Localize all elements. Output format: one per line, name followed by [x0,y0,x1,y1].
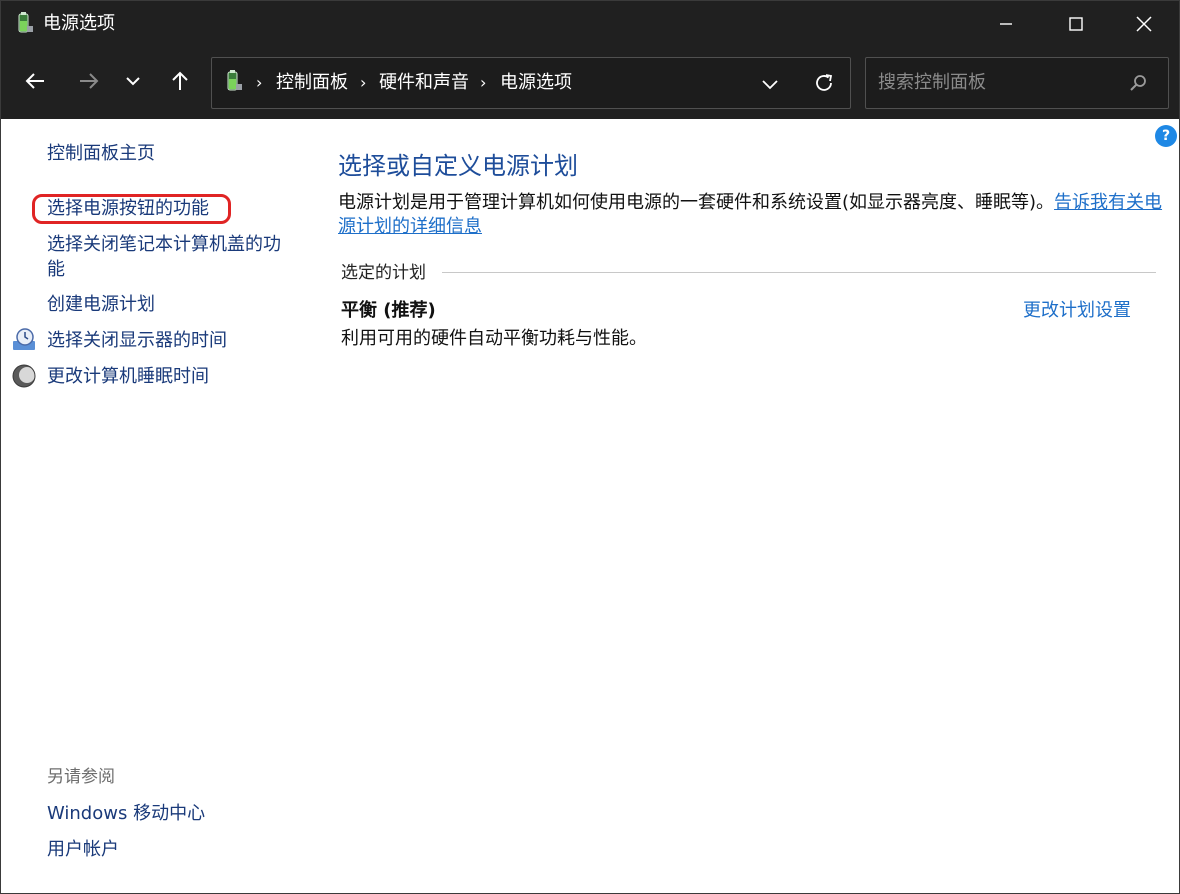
content-area: ? 控制面板主页 选择电源按钮的功能 选择关闭笔记本计算机盖的功能 创建电源计划… [1,119,1179,893]
page-description: 电源计划是用于管理计算机如何使用电源的一套硬件和系统设置(如显示器亮度、睡眠等)… [338,191,1168,239]
sidebar-item-sleep-time[interactable]: 更改计算机睡眠时间 [47,364,209,389]
minimize-button[interactable] [971,1,1041,47]
selected-plan-label: 选定的计划 [341,263,426,283]
up-button[interactable] [162,63,198,99]
search-input[interactable]: 搜索控制面板 [878,72,986,94]
maximize-icon [1069,17,1083,31]
help-button[interactable]: ? [1155,125,1177,147]
sidebar-item-display-off[interactable]: 选择关闭显示器的时间 [47,328,227,353]
see-also-mobility-center[interactable]: Windows 移动中心 [47,801,205,826]
see-also-user-accounts[interactable]: 用户帐户 [47,837,119,862]
breadcrumb-hardware-sound[interactable]: 硬件和声音 [379,72,469,94]
forward-arrow-icon [80,73,99,89]
address-dropdown-button[interactable] [760,74,780,98]
close-button[interactable] [1109,1,1179,47]
control-panel-home-link[interactable]: 控制面板主页 [47,141,155,166]
close-icon [1136,16,1152,32]
moon-sleep-icon [12,364,36,392]
plan-name: 平衡 (推荐) [341,300,436,321]
refresh-button[interactable] [813,72,835,98]
back-button[interactable] [17,63,53,99]
breadcrumb-separator: › [480,73,487,92]
display-timer-icon [12,328,36,356]
page-title: 选择或自定义电源计划 [338,152,578,180]
chevron-down-icon [762,80,778,90]
breadcrumb-control-panel[interactable]: 控制面板 [276,72,348,94]
breadcrumb-power-options[interactable]: 电源选项 [500,72,572,94]
power-options-window: 电源选项 › 控制面板 › 硬件和声音 › 电源选项 搜索控制面板 ? 控制面板… [0,0,1180,894]
control-panel-icon [224,70,244,98]
navigation-bar: › 控制面板 › 硬件和声音 › 电源选项 搜索控制面板 [1,47,1179,119]
section-divider [442,272,1156,273]
see-also-header: 另请参阅 [47,767,115,787]
title-bar: 电源选项 [1,1,1179,47]
chevron-down-icon [126,77,140,86]
refresh-icon [816,74,833,91]
up-arrow-icon [172,71,188,90]
plan-description: 利用可用的硬件自动平衡功耗与性能。 [341,328,647,349]
red-highlight-annotation [32,194,231,224]
search-box[interactable]: 搜索控制面板 [865,57,1169,109]
change-plan-settings-link[interactable]: 更改计划设置 [1023,299,1131,323]
breadcrumb-separator: › [256,73,263,92]
search-icon[interactable] [1128,73,1148,97]
description-text: 电源计划是用于管理计算机如何使用电源的一套硬件和系统设置(如显示器亮度、睡眠等)… [338,192,1055,213]
window-title: 电源选项 [43,13,115,34]
forward-button[interactable] [71,63,107,99]
breadcrumb-separator: › [360,73,367,92]
back-arrow-icon [25,73,44,89]
maximize-button[interactable] [1041,1,1111,47]
sidebar-item-lid-close[interactable]: 选择关闭笔记本计算机盖的功能 [47,232,297,282]
sidebar-item-create-plan[interactable]: 创建电源计划 [47,292,155,317]
recent-locations-button[interactable] [115,63,151,99]
address-bar[interactable]: › 控制面板 › 硬件和声音 › 电源选项 [211,57,851,109]
minimize-icon [1000,23,1012,25]
battery-plug-icon [15,12,35,36]
